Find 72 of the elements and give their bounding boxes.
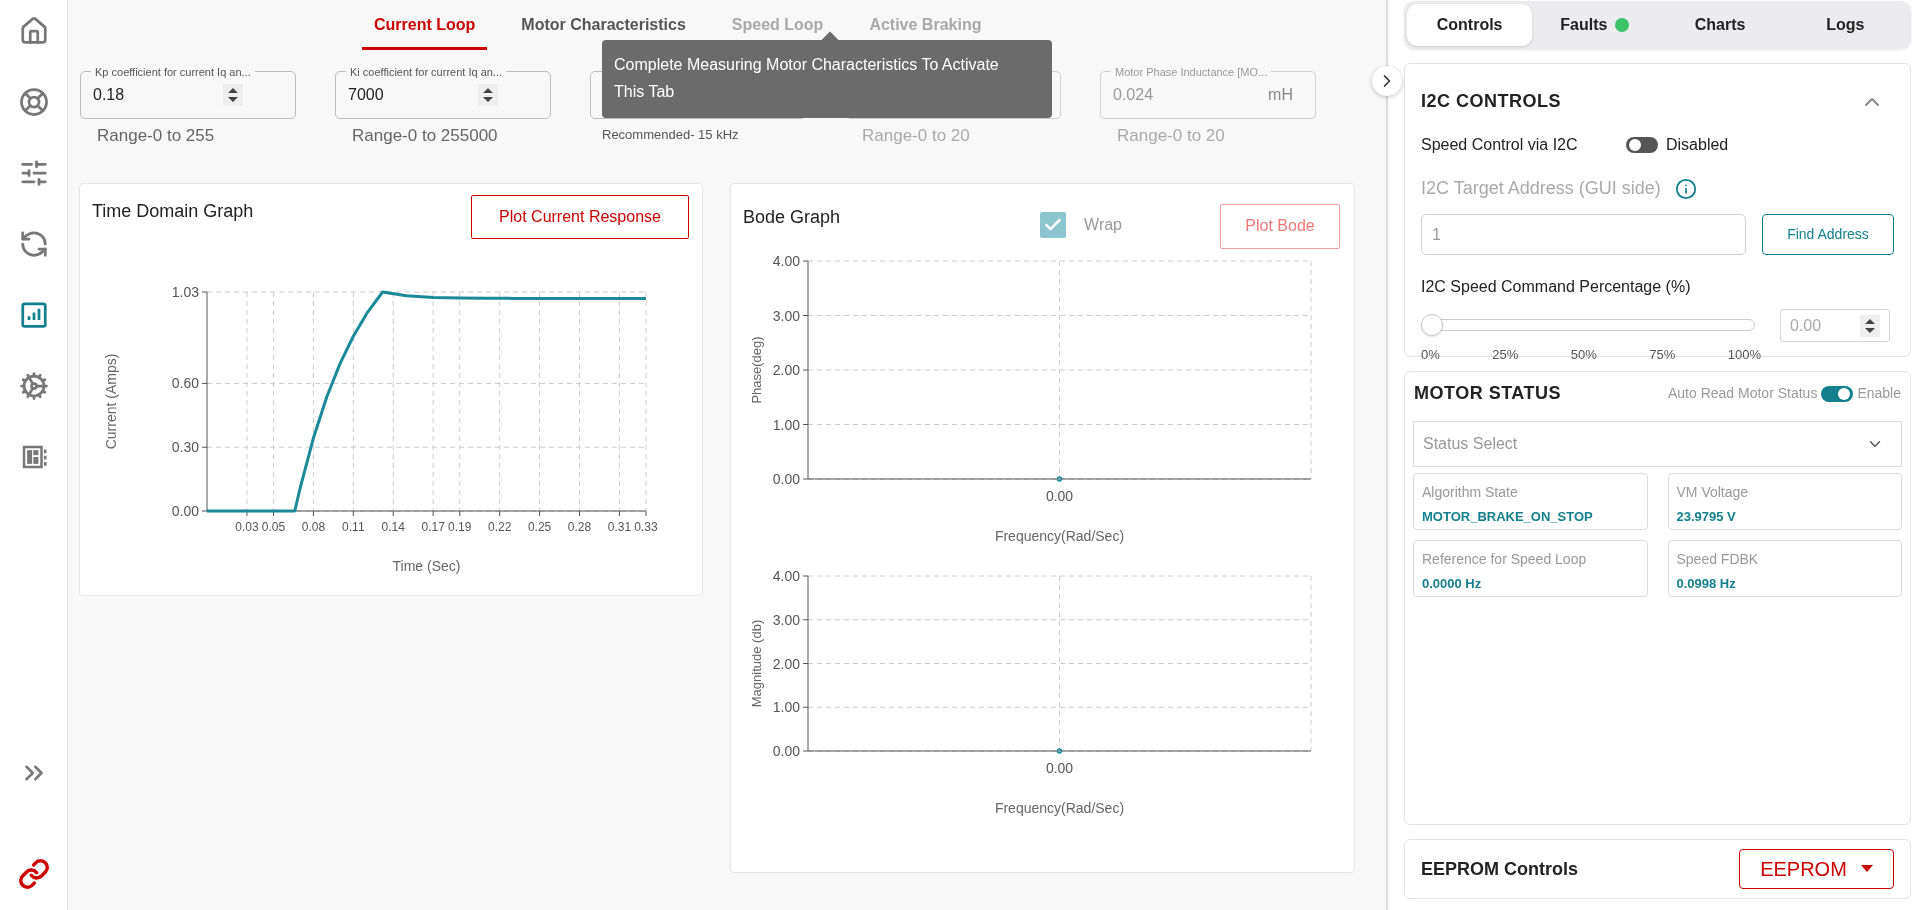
tick-label: 0.08 (301, 519, 326, 534)
tick-label: 0.05 (261, 519, 286, 534)
tile-value: 0.0998 Hz (1676, 575, 1737, 593)
tile-value: 0.0000 Hz (1422, 575, 1483, 593)
tick-label: 25% (1492, 346, 1519, 364)
section-title: I2C CONTROLS (1421, 90, 1561, 113)
tick-label: 1.00 (772, 698, 800, 715)
toggle-label: Disabled (1666, 135, 1729, 155)
section-title: MOTOR STATUS (1413, 382, 1561, 405)
tile-label: VM Voltage (1676, 483, 1750, 502)
unit-label: mH (1268, 85, 1293, 105)
setting-label: I2C Speed Command Percentage (%) (1421, 277, 1692, 297)
checkbox-label: Wrap (1084, 214, 1122, 235)
tick-label: 0.00 (1045, 759, 1074, 776)
tick-label: 0.00 (171, 502, 199, 519)
tick-label: 0.00 (772, 742, 800, 759)
card-title: Bode Graph (743, 205, 842, 229)
tick-label: 0.17 (421, 519, 445, 534)
card-title: Time Domain Graph (92, 199, 254, 223)
axis-label: Current (Amps) (103, 353, 119, 449)
field-value: 0.024 (1113, 85, 1155, 105)
field-value: 0.00 (1790, 315, 1822, 336)
tick-label: 0% (1421, 346, 1440, 364)
tick-label: 3.00 (772, 611, 800, 628)
tick-label: 0.60 (171, 374, 199, 391)
field-value: 0.18 (93, 85, 126, 105)
tick-label: 0.19 (448, 519, 472, 534)
tick-label: 4.00 (772, 567, 800, 584)
axis-label: Frequency(Rad/Sec) (994, 527, 1125, 544)
tick-label: 2.00 (772, 655, 800, 671)
section-title: EEPROM Controls (1421, 857, 1578, 881)
helper-text: Range-0 to 20 (1116, 125, 1226, 147)
tick-label: 75% (1649, 346, 1676, 364)
axis-label: Frequency(Rad/Sec) (994, 799, 1125, 816)
tile-value: MOTOR_BRAKE_ON_STOP (1422, 508, 1594, 526)
tick-label: 0.33 (634, 519, 658, 534)
tick-label: 0.28 (567, 519, 592, 534)
tick-label: 0.22 (488, 519, 512, 534)
tile-label: Reference for Speed Loop (1422, 550, 1588, 569)
tick-label: 1.00 (772, 416, 800, 432)
field-value: 1 (1432, 224, 1441, 245)
tick-label: 0.00 (1045, 487, 1074, 504)
tick-label: 50% (1570, 346, 1597, 364)
tooltip: Complete Measuring Motor Characteristics To Activate This Tab (602, 40, 1052, 118)
toggle-label: Auto Read Motor Status (1668, 384, 1818, 403)
tick-label: 1.03 (171, 283, 199, 300)
setting-label: Speed Control via I2C (1421, 135, 1579, 155)
tile-value: 23.9795 V (1676, 508, 1737, 526)
helper-text: Range-0 to 20 (861, 125, 971, 147)
axis-label: Magnitude (db) (749, 619, 764, 707)
tick-label: 0.14 (381, 519, 405, 534)
axis-label: Time (Sec) (392, 557, 461, 574)
helper-text: Range-0 to 255000 (351, 125, 499, 147)
tick-label: 2.00 (772, 361, 800, 378)
tile-label: Speed FDBK (1676, 550, 1760, 569)
tick-label: 0.00 (772, 470, 800, 487)
field-value: 7000 (348, 85, 385, 105)
placeholder: Status Select (1423, 434, 1518, 454)
tile-label: Algorithm State (1422, 483, 1519, 502)
tick-label: 100% (1727, 346, 1761, 364)
axis-label: Phase(deg) (749, 335, 764, 404)
tick-label: 0.11 (342, 519, 365, 534)
field-label: I2C Target Address (GUI side) (1421, 177, 1661, 200)
helper-text: Recommended- 15 kHz (601, 126, 740, 144)
helper-text: Range-0 to 255 (96, 125, 216, 147)
tick-label: 0.25 (527, 519, 552, 534)
tick-label: 0.31 (607, 519, 632, 534)
tick-label: 3.00 (772, 307, 800, 323)
toggle-label: Enable (1857, 384, 1901, 403)
tick-label: 0.30 (171, 438, 199, 455)
tick-label: 4.00 (772, 252, 800, 269)
tick-label: 0.03 (235, 519, 259, 534)
